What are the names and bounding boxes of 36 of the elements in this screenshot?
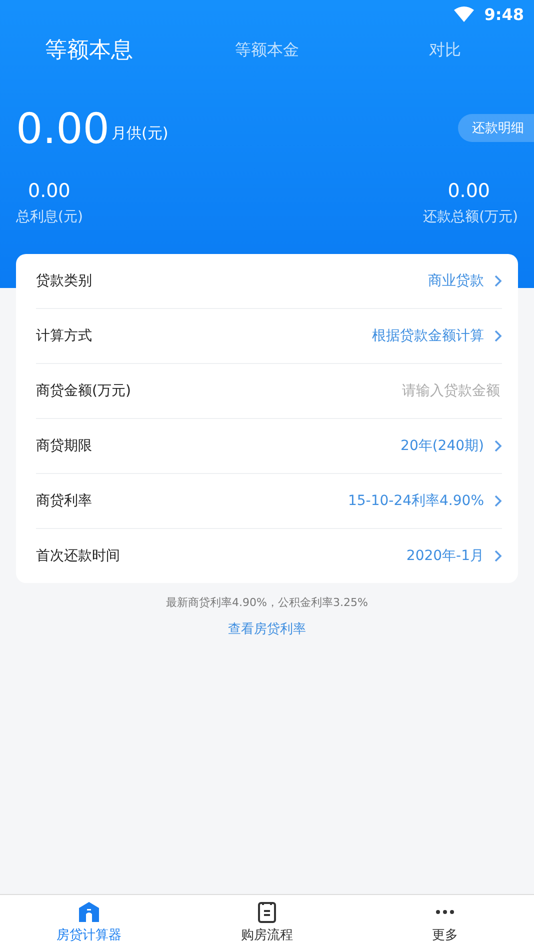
nav-item[interactable]: 购房流程 bbox=[178, 895, 356, 949]
chevron-icon bbox=[494, 495, 502, 507]
field-label: 商贷期限 bbox=[36, 437, 92, 455]
house-icon bbox=[77, 900, 101, 924]
total-interest-value: 0.00 bbox=[27, 180, 72, 202]
chevron-icon bbox=[494, 550, 502, 562]
nav-item[interactable]: 更多 bbox=[356, 895, 534, 949]
select-field[interactable]: 2020年-1月 bbox=[406, 547, 502, 565]
chevron-icon bbox=[494, 275, 502, 287]
select-field[interactable]: 商业贷款 bbox=[428, 272, 502, 290]
select-field[interactable]: 20年(240期) bbox=[400, 437, 502, 455]
tab[interactable]: 等额本息 bbox=[0, 35, 178, 65]
monthly-payment-label: 月供(元) bbox=[112, 124, 168, 142]
wifi-icon bbox=[454, 6, 474, 22]
monthly-payment-value: 0.00 bbox=[16, 104, 110, 152]
rate-link[interactable]: 查看房贷利率 bbox=[228, 620, 306, 638]
nav-item[interactable]: 房贷计算器 bbox=[0, 895, 178, 949]
field-label: 商贷金额(万元) bbox=[36, 382, 131, 400]
chevron-icon bbox=[494, 440, 502, 452]
field-label: 首次还款时间 bbox=[36, 547, 120, 565]
chevron-icon bbox=[494, 330, 502, 342]
tab[interactable]: 对比 bbox=[356, 40, 534, 60]
rate-note: 最新商贷利率4.90%，公积金利率3.25% bbox=[165, 595, 369, 610]
repayment-detail-button[interactable]: 还款明细 bbox=[458, 114, 534, 142]
clipboard-icon bbox=[255, 900, 279, 924]
total-repayment-value: 0.00 bbox=[448, 180, 491, 202]
total-repayment-label: 还款总额(万元) bbox=[423, 208, 518, 226]
select-field[interactable]: 15-10-24利率4.90% bbox=[348, 492, 502, 510]
select-field[interactable]: 根据贷款金额计算 bbox=[372, 327, 502, 345]
total-interest-label: 总利息(元) bbox=[16, 208, 83, 226]
status-time: 9:48 bbox=[484, 4, 524, 24]
tab[interactable]: 等额本金 bbox=[178, 40, 356, 60]
field-label: 计算方式 bbox=[36, 327, 92, 345]
more-icon bbox=[436, 910, 454, 914]
field-label: 商贷利率 bbox=[36, 492, 92, 510]
field-label: 贷款类别 bbox=[36, 272, 92, 290]
